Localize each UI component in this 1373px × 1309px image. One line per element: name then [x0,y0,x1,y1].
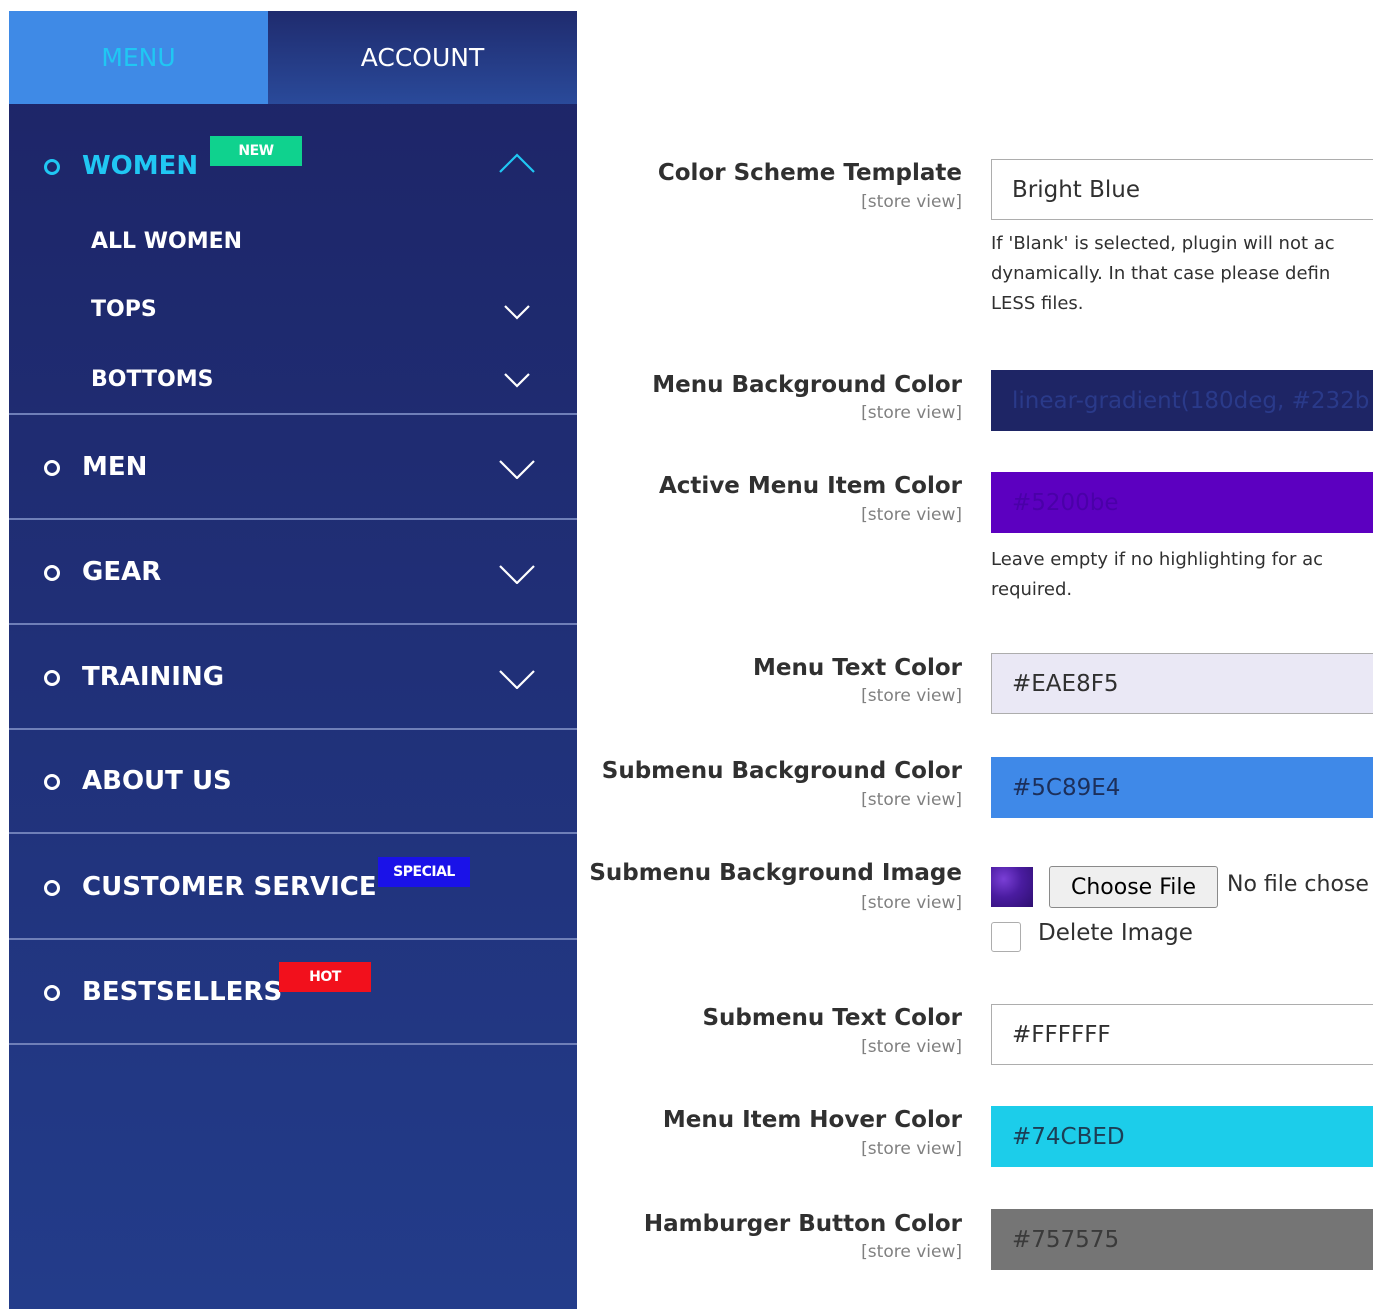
menu-item-label: CUSTOMER SERVICE [82,872,377,902]
scope-label: [store view] [861,893,962,913]
note-line: LESS files. [991,293,1084,314]
note-line: If 'Blank' is selected, plugin will not … [991,233,1335,254]
scope-label: [store view] [861,192,962,212]
input-value: linear-gradient(180deg, #232b [1012,387,1370,414]
field-label-menu-item-hover-color: Menu Item Hover Color [662,1107,962,1133]
note-line: required. [991,579,1073,600]
submenu-background-image-thumbnail [991,867,1033,907]
hamburger-button-color-input[interactable]: #757575 [991,1209,1373,1270]
menu-item-label: TRAINING [82,662,225,692]
chevron-up-icon[interactable] [499,153,535,173]
bullet-icon [44,880,60,896]
menu-divider [9,832,577,834]
menu-item-label: GEAR [82,557,162,587]
chevron-down-icon[interactable] [499,564,535,584]
scope-label: [store view] [861,1242,962,1262]
scope-label: [store view] [861,790,962,810]
field-label-submenu-text-color: Submenu Text Color [702,1005,962,1031]
menu-item-label: MEN [82,452,148,482]
menu-item-bestsellers[interactable]: BESTSELLERS HOT [9,956,577,1026]
bullet-icon [44,774,60,790]
field-label-menu-text-color: Menu Text Color [752,655,962,681]
mobile-menu-preview: MENU ACCOUNT WOMEN NEW ALL WOMEN TOPS BO… [9,11,577,1309]
special-badge: SPECIAL [378,857,470,887]
choose-file-button[interactable]: Choose File [1049,866,1218,908]
input-value: #EAE8F5 [1012,670,1119,697]
menu-divider [9,938,577,940]
scope-label: [store view] [861,1037,962,1057]
menu-divider [9,518,577,520]
chevron-down-icon[interactable] [499,669,535,689]
tab-account[interactable]: ACCOUNT [268,11,577,104]
scope-label: [store view] [861,403,962,423]
input-value: #5200be [1012,489,1119,516]
color-scheme-template-select[interactable]: Bright Blue [991,159,1373,220]
menu-divider [9,623,577,625]
menu-divider [9,728,577,730]
new-badge: NEW [210,136,302,166]
note-line: dynamically. In that case please defin [991,263,1331,284]
menu-divider [9,413,577,415]
menu-item-about-us[interactable]: ABOUT US [9,746,577,816]
chevron-down-icon[interactable] [499,370,535,390]
tab-menu[interactable]: MENU [9,11,268,104]
bullet-icon [44,670,60,686]
input-value: #FFFFFF [1012,1021,1111,1048]
delete-image-label[interactable]: Delete Image [1038,920,1193,946]
chevron-down-icon[interactable] [499,459,535,479]
menu-item-training[interactable]: TRAINING [9,641,577,711]
menu-item-label: ABOUT US [82,766,232,796]
submenu-item-all-women[interactable]: ALL WOMEN [91,229,242,254]
submenu-item-bottoms[interactable]: BOTTOMS [91,367,213,392]
file-status-text: No file chose [1227,872,1369,897]
selected-value: Bright Blue [1012,176,1141,203]
menu-divider [9,1043,577,1045]
menu-tabs: MENU ACCOUNT [9,11,577,104]
submenu-text-color-input[interactable]: #FFFFFF [991,1004,1373,1065]
field-label-color-scheme-template: Color Scheme Template [657,160,962,186]
menu-item-label: BESTSELLERS [82,977,283,1007]
hot-badge: HOT [279,962,371,992]
field-label-active-menu-item-color: Active Menu Item Color [659,473,962,499]
delete-image-checkbox[interactable] [991,922,1021,952]
menu-item-women[interactable]: WOMEN NEW [9,121,577,191]
field-label-menu-background-color: Menu Background Color [652,372,962,398]
field-label-hamburger-button-color: Hamburger Button Color [643,1211,962,1237]
menu-item-hover-color-input[interactable]: #74CBED [991,1106,1373,1167]
field-label-submenu-background-image: Submenu Background Image [589,860,962,886]
submenu-background-color-input[interactable]: #5C89E4 [991,757,1373,818]
submenu-item-tops[interactable]: TOPS [91,297,157,322]
input-value: #74CBED [1012,1123,1125,1150]
menu-background-color-input[interactable]: linear-gradient(180deg, #232b [991,370,1373,431]
bullet-icon [44,460,60,476]
color-scheme-template-note: If 'Blank' is selected, plugin will not … [991,229,1373,319]
menu-item-label: WOMEN [82,151,199,181]
field-label-submenu-background-color: Submenu Background Color [601,758,962,784]
menu-item-customer-service[interactable]: CUSTOMER SERVICE SPECIAL [9,851,577,921]
note-line: Leave empty if no highlighting for ac [991,549,1324,570]
scope-label: [store view] [861,1139,962,1159]
active-menu-item-color-input[interactable]: #5200be [991,472,1373,533]
chevron-down-icon[interactable] [499,302,535,322]
scope-label: [store view] [861,505,962,525]
menu-item-men[interactable]: MEN [9,431,577,501]
bullet-icon [44,159,60,175]
menu-text-color-input[interactable]: #EAE8F5 [991,653,1373,714]
menu-item-gear[interactable]: GEAR [9,536,577,606]
input-value: #5C89E4 [1012,774,1121,801]
active-menu-item-color-note: Leave empty if no highlighting for ac re… [991,545,1373,605]
input-value: #757575 [1012,1226,1120,1253]
bullet-icon [44,985,60,1001]
scope-label: [store view] [861,686,962,706]
bullet-icon [44,565,60,581]
